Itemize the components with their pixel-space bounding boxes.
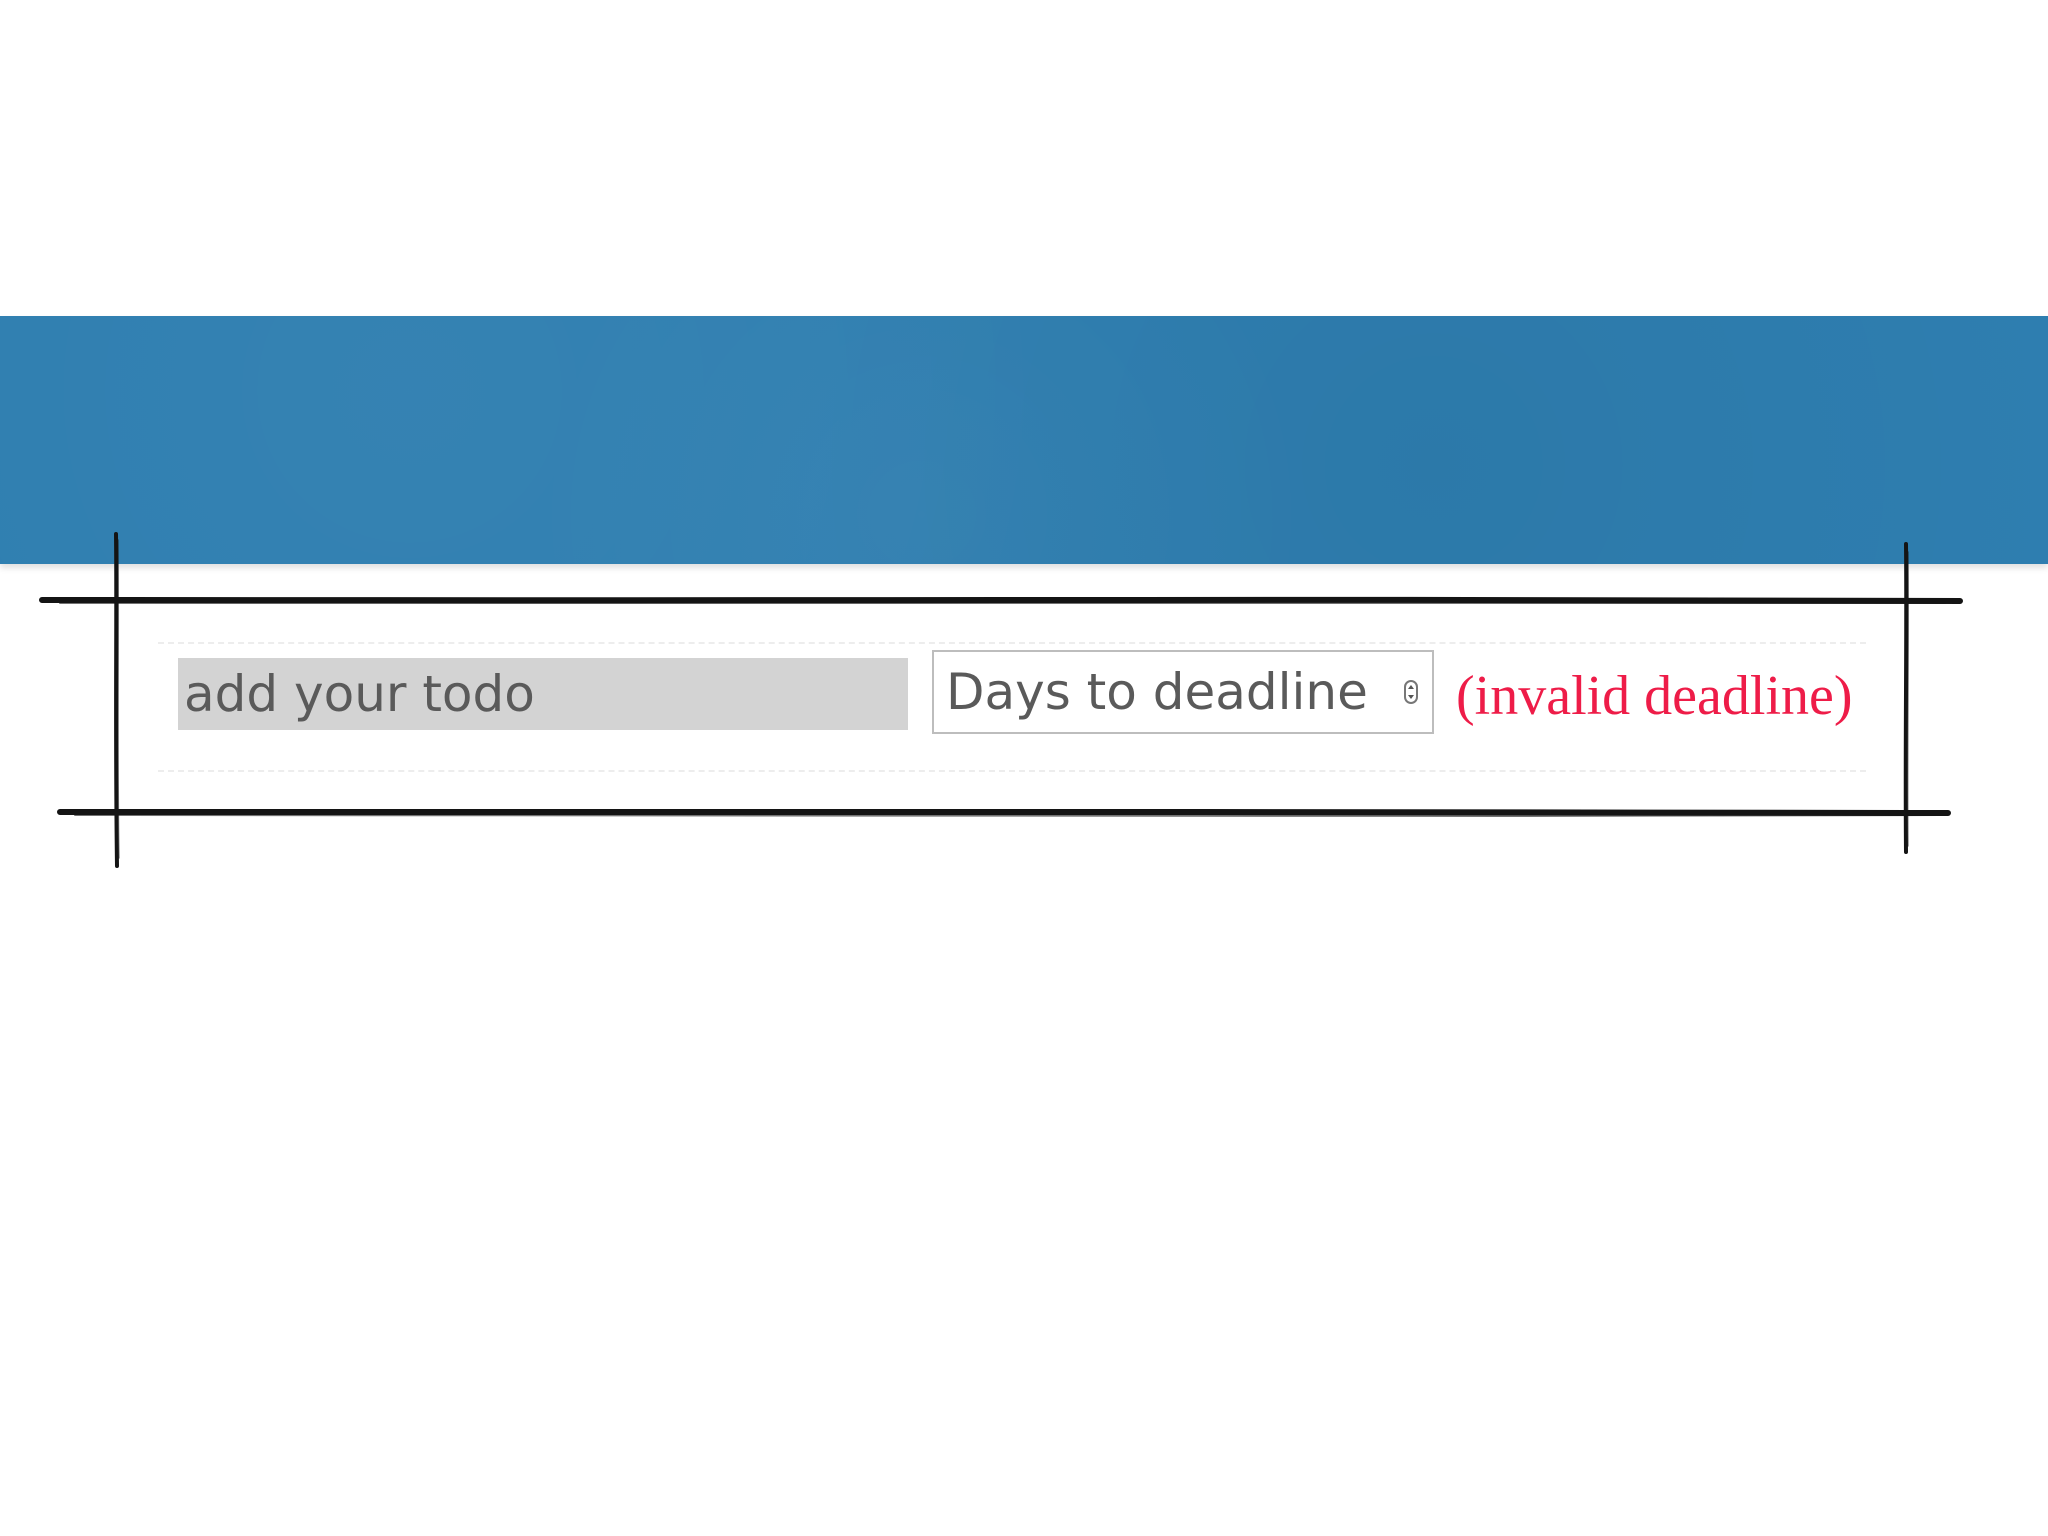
sketch-line-bottom [57,808,1951,816]
deadline-select[interactable]: Days to deadline [932,650,1434,734]
todo-input[interactable] [178,658,908,730]
slide: Days to deadline (invalid deadline) [0,0,2048,1536]
sketch-line-left [114,532,119,868]
header-banner [0,316,2048,564]
stepper-arrows-icon[interactable] [1404,680,1418,704]
sketch-line-right [1903,542,1909,854]
deadline-select-label: Days to deadline [946,663,1368,721]
sketch-line-top [39,596,1963,605]
invalid-deadline-message: (invalid deadline) [1456,665,1853,727]
